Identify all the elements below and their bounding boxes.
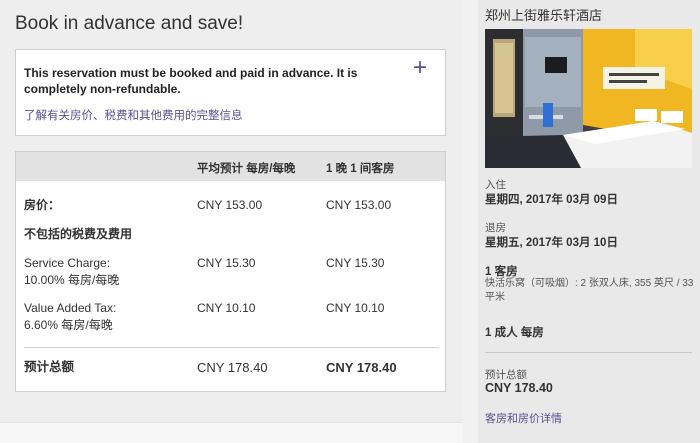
- estimated-total-average: CNY 178.40: [197, 360, 268, 375]
- guest-count: 1 成人 每房: [485, 327, 544, 339]
- excluded-taxes-label: 不包括的税费及费用: [24, 227, 133, 241]
- room-rate-details-link[interactable]: 客房和房价详情: [485, 410, 562, 426]
- hotel-name: 郑州上街雅乐轩酒店: [485, 8, 603, 23]
- service-charge-total: CNY 15.30: [326, 256, 385, 270]
- plus-icon[interactable]: +: [413, 56, 427, 80]
- service-charge-average: CNY 15.30: [197, 256, 256, 270]
- summary-total-label: 预计总额: [485, 369, 527, 381]
- service-charge-rate: 10.00% 每房/每晚: [24, 273, 120, 287]
- estimated-total-value: CNY 178.40: [326, 360, 397, 375]
- booking-panel: Book in advance and save! This reservati…: [0, 0, 462, 422]
- rate-average: CNY 153.00: [197, 198, 263, 212]
- notice-text: This reservation must be booked and paid…: [24, 66, 358, 96]
- col-header-average: 平均预计 每房/每晚: [197, 163, 296, 175]
- price-divider: [24, 347, 439, 348]
- col-header-total: 1 晚 1 间客房: [326, 163, 395, 175]
- full-rate-info-link[interactable]: 了解有关房价、税费和其他费用的完整信息: [24, 107, 243, 123]
- vat-rate: 6.60% 每房/每晚: [24, 318, 113, 332]
- rate-label: 房价：: [24, 198, 61, 212]
- footer-strip: [0, 422, 462, 443]
- page-title: Book in advance and save!: [15, 13, 244, 34]
- checkin-label: 入住: [485, 179, 506, 191]
- summary-divider: [485, 352, 692, 353]
- hotel-room-photo: [485, 29, 692, 168]
- non-refundable-notice: This reservation must be booked and paid…: [15, 49, 446, 136]
- checkout-label: 退房: [485, 222, 506, 234]
- service-charge-label: Service Charge:: [24, 256, 111, 270]
- room-description: 快活乐窝（可吸烟）: 2 张双人床, 355 英尺 / 33 平米: [485, 278, 694, 303]
- summary-total-value: CNY 178.40: [485, 381, 553, 395]
- estimated-total-label: 预计总额: [24, 360, 75, 374]
- vat-total: CNY 10.10: [326, 301, 385, 315]
- checkin-date: 星期四, 2017年 03月 09日: [485, 194, 618, 206]
- price-table-header: 平均预计 每房/每晚 1 晚 1 间客房: [16, 152, 445, 181]
- checkout-date: 星期五, 2017年 03月 10日: [485, 237, 618, 249]
- vat-average: CNY 10.10: [197, 301, 256, 315]
- reservation-summary: 郑州上街雅乐轩酒店 入住 星期四, 2017年 03月 09日 退房 星期五, …: [478, 0, 700, 443]
- price-table: 平均预计 每房/每晚 1 晚 1 间客房 房价： CNY 153.00 CNY …: [15, 151, 446, 392]
- rate-total: CNY 153.00: [326, 198, 392, 212]
- vat-label: Value Added Tax:: [24, 301, 117, 315]
